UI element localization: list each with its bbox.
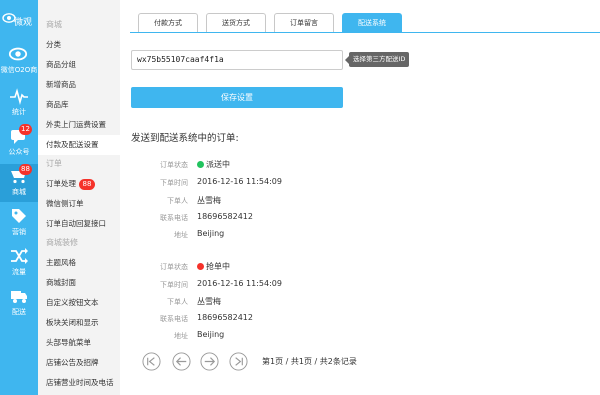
rail-label: 营销	[12, 228, 26, 236]
menu-item-auto-reply[interactable]: 订单自动回复接口	[38, 214, 120, 234]
order-status-label: 订单状态	[160, 263, 188, 271]
order-address: Beijing	[197, 330, 225, 339]
brand-logo[interactable]: 微观	[0, 8, 38, 34]
order-address-label: 地址	[174, 231, 188, 239]
order-phone-label: 联系电话	[160, 214, 188, 222]
order-time-label: 下单时间	[160, 179, 188, 187]
rail-item-traffic[interactable]: 流量	[0, 244, 38, 282]
rail-item-shop[interactable]: 微信O2O商	[0, 42, 38, 80]
rail-badge: 12	[19, 124, 32, 135]
orders-section-title: 发送到配送系统中的订单:	[131, 133, 239, 144]
last-page-icon[interactable]	[229, 352, 248, 371]
tab-underline	[130, 32, 600, 33]
rail-label: 公众号	[8, 148, 30, 156]
status-dot-icon	[197, 161, 204, 168]
order-time: 2016-12-16 11:54:09	[197, 279, 282, 288]
menu-item-cover[interactable]: 商城封面	[38, 273, 120, 293]
next-page-icon[interactable]	[200, 352, 219, 371]
secondary-menu: 商城 分类 商品分组 新增商品 商品库 外卖上门运费设置 付款及配送设置 订单 …	[38, 0, 120, 395]
menu-item-order-process[interactable]: 订单处理 88	[38, 174, 120, 194]
order-phone: 18696582412	[197, 212, 253, 221]
tab-delivery-system[interactable]: 配送系统	[342, 13, 402, 33]
pulse-icon	[10, 88, 28, 105]
menu-item-category[interactable]: 分类	[38, 35, 120, 55]
order-status-label: 订单状态	[160, 161, 188, 169]
menu-item-hours-phone[interactable]: 店铺营业时间及电话	[38, 373, 120, 393]
menu-item-button-text[interactable]: 自定义按钮文本	[38, 293, 120, 313]
status-dot-icon	[197, 263, 204, 270]
main-content: 付款方式 送货方式 订单留言 配送系统 wx75b55107caaf4f1a 选…	[120, 0, 600, 395]
menu-item-block-visibility[interactable]: 板块关闭和显示	[38, 313, 120, 333]
menu-item-add-product[interactable]: 新增商品	[38, 75, 120, 95]
order-person: 丛雪梅	[197, 297, 221, 306]
menu-group-mall: 商城	[46, 20, 62, 29]
rail-item-marketing[interactable]: 营销	[0, 204, 38, 242]
delivery-id-input[interactable]: wx75b55107caaf4f1a	[131, 50, 343, 70]
tab-payment[interactable]: 付款方式	[138, 13, 198, 33]
menu-item-product-groups[interactable]: 商品分组	[38, 55, 120, 75]
prev-page-icon[interactable]	[172, 352, 191, 371]
pagination-info: 第1页 / 共1页 / 共2条记录	[262, 357, 357, 366]
menu-item-header-nav[interactable]: 头部导航菜单	[38, 333, 120, 353]
order-status-text: 抢单中	[206, 262, 230, 271]
order-status: 派送中	[197, 159, 230, 170]
tag-icon	[12, 209, 26, 223]
rail-item-stats[interactable]: 统计	[0, 84, 38, 122]
menu-item-theme[interactable]: 主题风格	[38, 253, 120, 273]
order-time-label: 下单时间	[160, 281, 188, 289]
menu-item-payment-delivery[interactable]: 付款及配送设置	[38, 135, 120, 155]
first-page-icon[interactable]	[142, 352, 161, 371]
order-status-text: 派送中	[206, 160, 230, 169]
order-address: Beijing	[197, 229, 225, 238]
menu-group-order: 订单	[46, 159, 62, 168]
brand-name: 微观	[14, 18, 33, 28]
order-time: 2016-12-16 11:54:09	[197, 177, 282, 186]
rail-badge: 88	[19, 164, 32, 175]
order-person: 丛雪梅	[197, 196, 221, 205]
order-phone: 18696582412	[197, 313, 253, 322]
rail-item-delivery[interactable]: 配送	[0, 284, 38, 322]
save-button[interactable]: 保存设置	[131, 87, 343, 108]
order-person-label: 下单人	[167, 197, 188, 205]
menu-item-wechat-orders[interactable]: 微信侧订单	[38, 194, 120, 214]
eye-icon	[8, 47, 28, 61]
menu-item-label: 订单处理	[46, 179, 76, 188]
menu-item-notice-sign[interactable]: 店铺公告及招牌	[38, 353, 120, 373]
order-person-label: 下单人	[167, 298, 188, 306]
rail-label: 统计	[12, 108, 26, 116]
rail-label: 商城	[12, 188, 26, 196]
tab-shipping[interactable]: 送货方式	[206, 13, 266, 33]
menu-item-takeout-fee[interactable]: 外卖上门运费设置	[38, 115, 120, 135]
rail-label: 微信O2O商	[0, 66, 38, 74]
rail-label: 流量	[12, 268, 26, 276]
order-count-badge: 88	[79, 178, 95, 190]
rail-item-mall[interactable]: 88 商城	[0, 164, 38, 202]
shuffle-icon	[11, 248, 28, 264]
delivery-id-tooltip: 选择第三方配送ID	[344, 52, 410, 67]
rail-item-official-account[interactable]: 12 公众号	[0, 124, 38, 162]
order-phone-label: 联系电话	[160, 315, 188, 323]
tab-order-notes[interactable]: 订单留言	[274, 13, 334, 33]
order-status: 抢单中	[197, 261, 230, 272]
menu-item-product-library[interactable]: 商品库	[38, 95, 120, 115]
delivery-icon	[11, 291, 27, 303]
rail-label: 配送	[12, 308, 26, 316]
menu-group-decor: 商城装修	[46, 238, 78, 247]
icon-rail: 微观 微信O2O商 统计 12 公众号 88 商城 营销 流量 配送	[0, 0, 38, 395]
order-address-label: 地址	[174, 332, 188, 340]
